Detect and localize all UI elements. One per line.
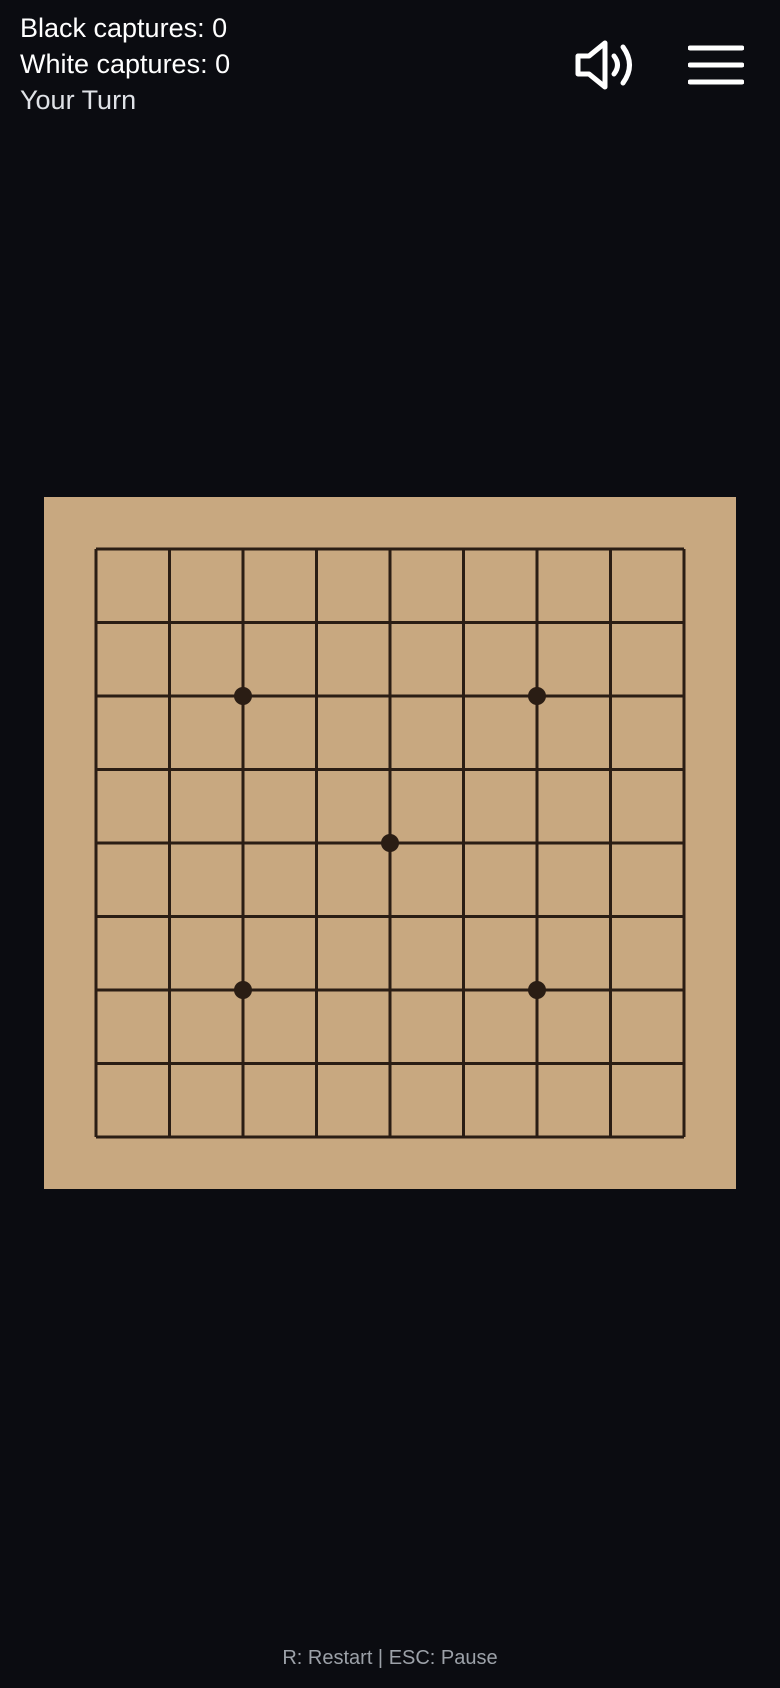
hud: Black captures: 0 White captures: 0 Your… — [20, 10, 230, 118]
speaker-volume-icon — [575, 40, 632, 90]
board-grid[interactable] — [44, 497, 736, 1189]
black-captures-counter: Black captures: 0 — [20, 13, 228, 43]
go-board[interactable] — [44, 497, 736, 1189]
sound-toggle-button[interactable] — [570, 36, 640, 94]
star-point — [528, 687, 546, 705]
star-point — [381, 834, 399, 852]
hamburger-menu-icon — [688, 45, 744, 85]
menu-button[interactable] — [681, 36, 751, 94]
star-point — [234, 981, 252, 999]
turn-status: Your Turn — [20, 85, 137, 115]
star-point — [234, 687, 252, 705]
controls-hint: R: Restart | ESC: Pause — [282, 1647, 498, 1669]
white-captures-counter: White captures: 0 — [20, 49, 231, 79]
star-point — [528, 981, 546, 999]
game-screen: Black captures: 0 White captures: 0 Your… — [0, 0, 780, 1688]
